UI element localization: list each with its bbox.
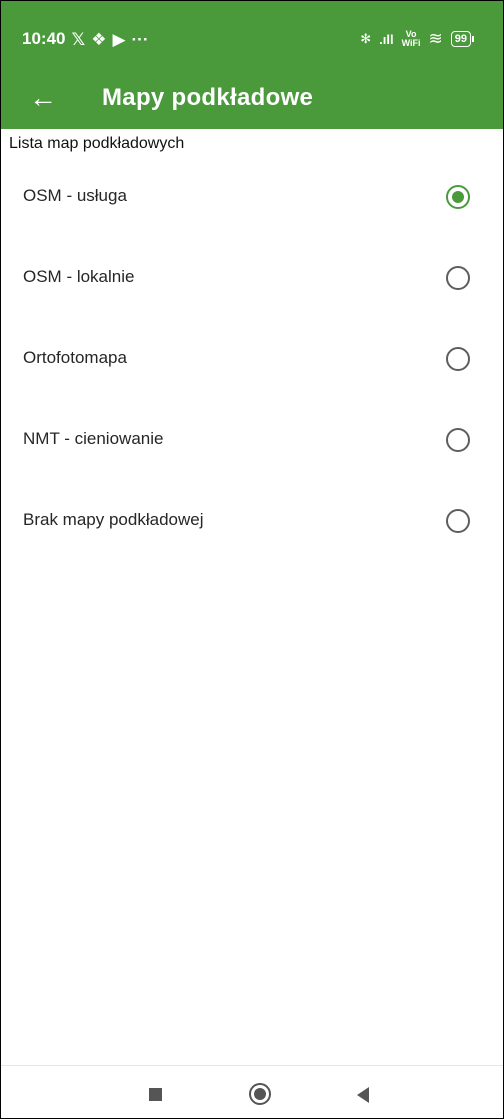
recents-square-icon[interactable]: [149, 1088, 162, 1101]
option-label: OSM - lokalnie: [23, 267, 135, 286]
bluetooth-icon: ✻: [360, 31, 372, 46]
radio-button-icon[interactable]: [446, 509, 470, 533]
dropbox-icon: ❖: [91, 29, 107, 49]
status-bar: 10:40 𝕏 ❖ ▶ ··· ✻ .ıll Vo WiFi ≋ 99: [1, 1, 503, 71]
phone-screen: 10:40 𝕏 ❖ ▶ ··· ✻ .ıll Vo WiFi ≋ 99 ← Ma…: [0, 0, 504, 1119]
signal-icon: .ıll: [379, 31, 394, 47]
option-orthophotomap[interactable]: Ortofotomapa: [1, 318, 503, 399]
more-dots-icon: ···: [131, 29, 149, 49]
status-left: 10:40 𝕏 ❖ ▶ ···: [22, 29, 149, 49]
radio-dot: [452, 191, 464, 203]
section-label: Lista map podkładowych: [9, 135, 185, 152]
system-nav-bar: [1, 1065, 503, 1118]
option-osm-service[interactable]: OSM - usługa: [1, 156, 503, 237]
radio-button-icon[interactable]: [446, 266, 470, 290]
vowifi-bottom-label: WiFi: [401, 38, 421, 48]
radio-button-icon[interactable]: [446, 347, 470, 371]
option-label: OSM - usługa: [23, 186, 127, 205]
radio-button-icon[interactable]: [446, 428, 470, 452]
clock: 10:40: [22, 29, 66, 48]
back-arrow-icon[interactable]: ←: [29, 81, 57, 115]
app-bar: ← Mapy podkładowe: [1, 71, 503, 129]
wifi-icon: ≋: [428, 29, 443, 48]
home-circle-icon[interactable]: [249, 1083, 271, 1105]
basemap-list: OSM - usługa OSM - lokalnie Ortofotomapa…: [1, 156, 503, 561]
radio-button-checked-icon[interactable]: [446, 185, 470, 209]
option-label: NMT - cieniowanie: [23, 429, 164, 448]
vowifi-icon: Vo WiFi: [402, 30, 421, 48]
back-triangle-icon[interactable]: [357, 1087, 369, 1103]
option-label: Ortofotomapa: [23, 348, 127, 367]
option-label: Brak mapy podkładowej: [23, 510, 204, 529]
status-right: ✻ .ıll Vo WiFi ≋ 99: [360, 29, 475, 49]
battery-icon: 99: [450, 31, 475, 47]
youtube-icon: ▶: [112, 29, 126, 49]
option-osm-local[interactable]: OSM - lokalnie: [1, 237, 503, 318]
page-title: Mapy podkładowe: [102, 84, 314, 111]
option-nmt-shading[interactable]: NMT - cieniowanie: [1, 399, 503, 480]
option-no-basemap[interactable]: Brak mapy podkładowej: [1, 480, 503, 561]
x-logo-icon: 𝕏: [71, 29, 86, 49]
